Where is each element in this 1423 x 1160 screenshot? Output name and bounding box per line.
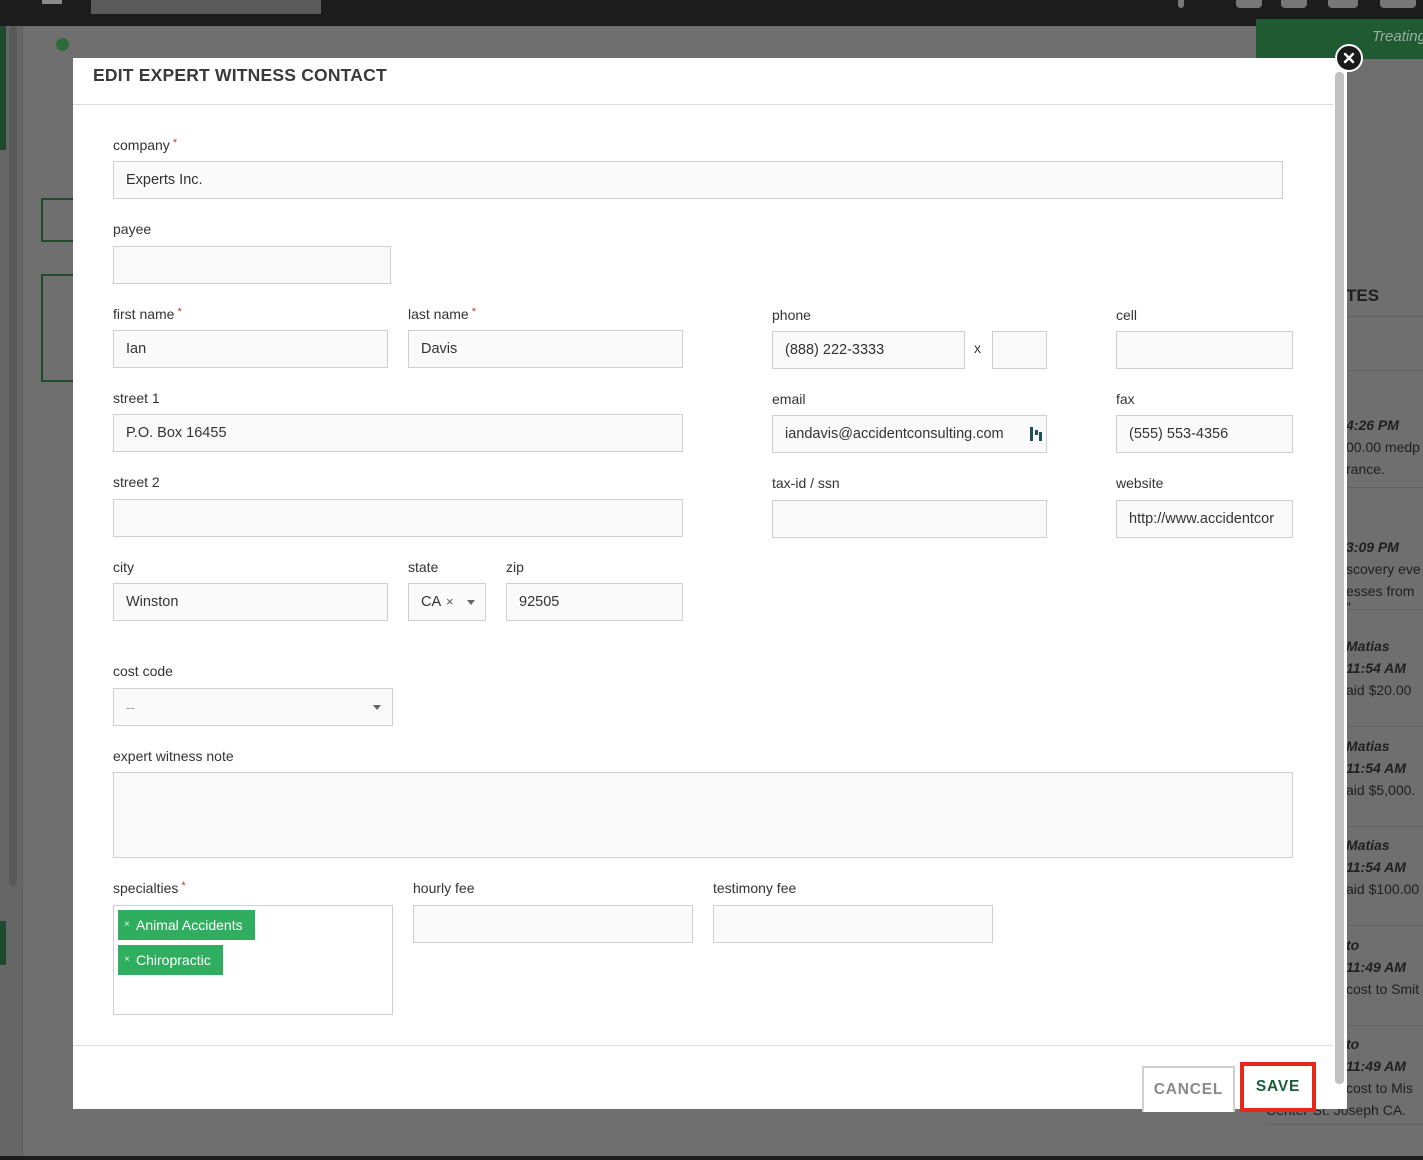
state-label: state bbox=[408, 559, 439, 575]
feed-item-text: 00.00 medp bbox=[1346, 439, 1420, 455]
feed-item-time: 4:26 PM bbox=[1346, 417, 1399, 433]
app-bottom-bar bbox=[0, 1156, 1423, 1160]
first-name-label: first name * bbox=[113, 306, 182, 322]
cost-code-label: cost code bbox=[113, 663, 173, 679]
specialty-tag: × Chiropractic bbox=[118, 945, 223, 975]
specialty-tag: × Animal Accidents bbox=[118, 910, 255, 940]
cancel-button[interactable]: CANCEL bbox=[1142, 1066, 1235, 1112]
feed-item-text: esses from " bbox=[1346, 583, 1415, 615]
state-value: CA bbox=[421, 594, 442, 610]
phone-ext-separator: x bbox=[974, 340, 981, 356]
feed-item-author: to bbox=[1346, 937, 1360, 953]
testimony-fee-input[interactable] bbox=[713, 905, 993, 943]
last-name-label: last name * bbox=[408, 306, 476, 322]
feed-item-text: scovery eve bbox=[1346, 561, 1421, 577]
company-input[interactable] bbox=[113, 161, 1283, 199]
phone-ext-input[interactable] bbox=[992, 331, 1047, 369]
feed-item-time: 11:54 AM bbox=[1346, 760, 1406, 776]
payee-input[interactable] bbox=[113, 246, 391, 284]
zip-input[interactable] bbox=[506, 583, 683, 621]
first-name-input[interactable] bbox=[113, 330, 388, 368]
clear-icon[interactable]: × bbox=[446, 594, 454, 609]
email-label: email bbox=[772, 391, 806, 407]
pin-icon[interactable] bbox=[1178, 0, 1184, 8]
save-button[interactable]: SAVE bbox=[1240, 1062, 1316, 1112]
feed-item-text: cost to Mis bbox=[1346, 1080, 1413, 1096]
cell-label: cell bbox=[1116, 307, 1138, 323]
divider bbox=[1266, 1124, 1423, 1125]
cell-input[interactable] bbox=[1116, 331, 1293, 369]
street2-input[interactable] bbox=[113, 499, 683, 537]
cost-code-value: -- bbox=[126, 700, 135, 715]
app-top-bar bbox=[0, 0, 1423, 26]
testimony-fee-label: testimony fee bbox=[713, 880, 797, 896]
city-input[interactable] bbox=[113, 583, 388, 621]
hourly-fee-input[interactable] bbox=[413, 905, 693, 943]
remove-tag-icon[interactable]: × bbox=[124, 945, 130, 975]
feed-item-author: Matias bbox=[1346, 837, 1390, 853]
calendar-icon[interactable] bbox=[1236, 0, 1262, 8]
last-name-input[interactable] bbox=[408, 330, 683, 368]
menu-icon[interactable] bbox=[42, 0, 62, 4]
payee-label: payee bbox=[113, 221, 152, 237]
hourly-fee-label: hourly fee bbox=[413, 880, 475, 896]
website-input[interactable] bbox=[1116, 500, 1293, 538]
street1-input[interactable] bbox=[113, 414, 683, 452]
feed-item-author: Matias bbox=[1346, 638, 1390, 654]
specialties-multiselect[interactable]: × Animal Accidents × Chiropractic bbox=[113, 905, 393, 1015]
specialties-label: specialties * bbox=[113, 880, 186, 896]
state-select[interactable]: CA × bbox=[408, 583, 486, 621]
task-icon[interactable] bbox=[1281, 0, 1307, 8]
status-dot-icon bbox=[56, 38, 69, 51]
left-sidebar bbox=[0, 26, 23, 1156]
chevron-down-icon bbox=[467, 600, 475, 605]
feed-item-author: to bbox=[1346, 1036, 1360, 1052]
feed-item-text: cost to Smit bbox=[1346, 981, 1420, 997]
divider bbox=[73, 1045, 1333, 1046]
note-label: expert witness note bbox=[113, 748, 234, 764]
feed-item-text: aid $5,000. bbox=[1346, 782, 1416, 798]
expert-witness-note-textarea[interactable] bbox=[113, 772, 1293, 858]
feed-item-time: 11:49 AM bbox=[1346, 1058, 1406, 1074]
cost-code-select[interactable]: -- bbox=[113, 688, 393, 726]
chevron-down-icon bbox=[373, 705, 381, 710]
feed-item-author: Matias bbox=[1346, 738, 1390, 754]
close-icon[interactable] bbox=[1335, 44, 1363, 72]
user-icon[interactable] bbox=[1328, 0, 1358, 8]
tax-id-label: tax-id / ssn bbox=[772, 475, 840, 491]
city-label: city bbox=[113, 559, 134, 575]
email-input[interactable] bbox=[772, 415, 1047, 453]
remove-tag-icon[interactable]: × bbox=[124, 910, 130, 940]
fax-input[interactable] bbox=[1116, 415, 1293, 453]
password-manager-icon[interactable] bbox=[1030, 426, 1042, 442]
tax-id-input[interactable] bbox=[772, 500, 1047, 538]
phone-label: phone bbox=[772, 307, 811, 323]
feed-item-time: 3:09 PM bbox=[1346, 539, 1399, 555]
global-search-input[interactable] bbox=[91, 0, 321, 14]
feed-item-text: aid $20.00 bbox=[1346, 682, 1412, 698]
modal-scrollbar[interactable] bbox=[1335, 72, 1344, 1084]
feed-item-text: rance. bbox=[1346, 461, 1385, 477]
settings-icon[interactable] bbox=[1380, 0, 1416, 8]
company-label: company * bbox=[113, 137, 178, 153]
divider bbox=[73, 104, 1333, 105]
zip-label: zip bbox=[506, 559, 524, 575]
feed-item-time: 11:49 AM bbox=[1346, 959, 1406, 975]
feed-item-time: 11:54 AM bbox=[1346, 660, 1406, 676]
phone-input[interactable] bbox=[772, 331, 965, 369]
website-label: website bbox=[1116, 475, 1164, 491]
fax-label: fax bbox=[1116, 391, 1135, 407]
feed-item-text: aid $100.00 bbox=[1346, 881, 1420, 897]
notes-heading: TES bbox=[1346, 286, 1380, 305]
modal-title: EDIT EXPERT WITNESS CONTACT bbox=[93, 65, 387, 85]
street2-label: street 2 bbox=[113, 474, 160, 490]
feed-item-time: 11:54 AM bbox=[1346, 859, 1406, 875]
street1-label: street 1 bbox=[113, 390, 160, 406]
